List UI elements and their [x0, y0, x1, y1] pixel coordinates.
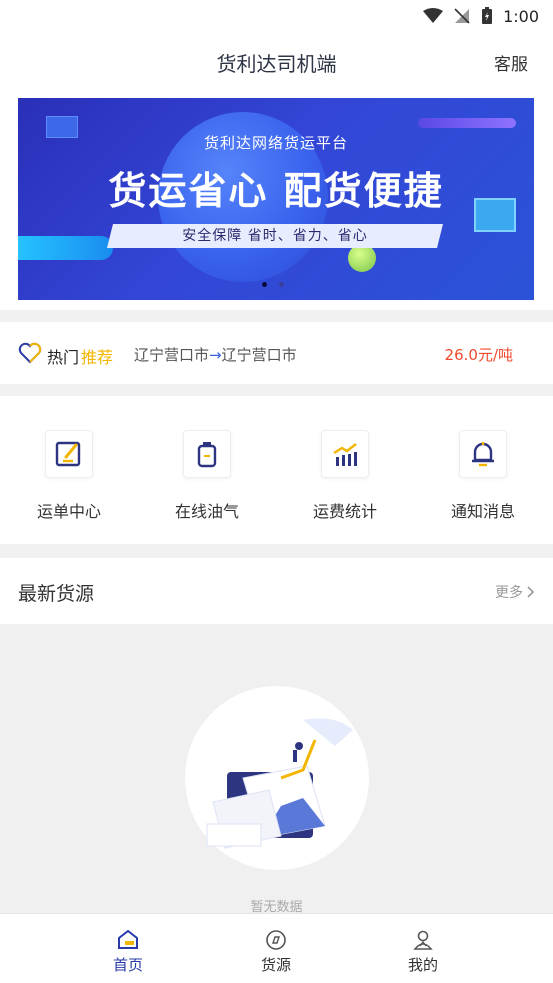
nav-label: 首页 — [112, 956, 143, 974]
hot-route-row[interactable]: 热门 推荐 辽宁营口市→辽宁营口市 26.0元/吨 — [0, 322, 553, 384]
recommend-label: 推荐 — [81, 348, 114, 367]
chevron-right-icon — [527, 586, 535, 598]
customer-service-button[interactable]: 客服 — [494, 50, 528, 75]
page-title: 货利达司机端 — [216, 52, 337, 76]
home-icon — [118, 929, 138, 949]
status-time: 1:00 — [503, 6, 539, 26]
banner-title: 货运省心 配货便捷 — [108, 169, 444, 213]
quick-menu: 运单中心 在线油气 运费统计 通知消息 — [0, 396, 553, 544]
menu-label: 运单中心 — [36, 502, 101, 521]
heart-icon — [18, 342, 42, 364]
banner-dot[interactable] — [279, 282, 284, 287]
more-button[interactable]: 更多 — [495, 582, 535, 602]
banner-decor-bar — [418, 118, 516, 128]
more-label: 更多 — [495, 585, 523, 601]
promo-banner[interactable]: 货利达网络货运平台 货运省心 配货便捷 安全保障 省时、省力、省心 — [18, 98, 534, 300]
route-text: 辽宁营口市→辽宁营口市 — [134, 344, 297, 365]
nav-profile[interactable]: 我的 — [373, 914, 473, 983]
bottom-navigation: 首页 货源 我的 — [0, 913, 553, 983]
status-bar: 1:00 — [0, 0, 553, 32]
fuel-can-icon — [183, 430, 231, 478]
nav-home[interactable]: 首页 — [78, 914, 178, 983]
menu-notifications[interactable]: 通知消息 — [414, 396, 552, 544]
banner-slogan: 安全保障 省时、省力、省心 — [182, 228, 368, 244]
menu-online-fuel[interactable]: 在线油气 — [138, 396, 276, 544]
battery-charging-icon — [482, 7, 493, 24]
empty-illustration — [185, 686, 369, 870]
menu-label: 在线油气 — [174, 502, 239, 521]
bar-chart-icon — [321, 430, 369, 478]
banner-pagination — [262, 282, 284, 287]
nav-label: 货源 — [260, 956, 291, 974]
latest-cargo-header: 最新货源 更多 — [0, 558, 553, 624]
empty-folder-illustration — [206, 718, 353, 849]
profile-icon — [413, 930, 433, 950]
nav-cargo[interactable]: 货源 — [226, 914, 326, 983]
menu-label: 运费统计 — [312, 502, 377, 521]
compass-icon — [266, 930, 286, 950]
menu-label: 通知消息 — [450, 502, 515, 521]
hot-label: 热门 — [47, 348, 80, 367]
route-price: 26.0元/吨 — [444, 346, 513, 364]
cargo-list-empty: 暂无数据 — [0, 624, 553, 915]
menu-waybill-center[interactable]: 运单中心 — [0, 396, 138, 544]
no-signal-icon — [454, 8, 470, 24]
banner-container: 货利达网络货运平台 货运省心 配货便捷 安全保障 省时、省力、省心 — [0, 92, 553, 310]
edit-document-icon — [45, 430, 93, 478]
banner-decor-stripe — [18, 236, 113, 260]
route-destination: 辽宁营口市 — [221, 346, 297, 364]
bell-icon — [459, 430, 507, 478]
banner-dot-active[interactable] — [262, 282, 267, 287]
menu-freight-stats[interactable]: 运费统计 — [276, 396, 414, 544]
route-origin: 辽宁营口市 — [134, 346, 210, 364]
app-header: 货利达司机端 客服 — [0, 32, 553, 92]
wifi-icon — [423, 8, 444, 23]
banner-subtitle: 货利达网络货运平台 — [203, 134, 348, 152]
route-arrow: → — [209, 346, 222, 364]
section-title: 最新货源 — [18, 583, 95, 605]
nav-label: 我的 — [407, 956, 438, 974]
